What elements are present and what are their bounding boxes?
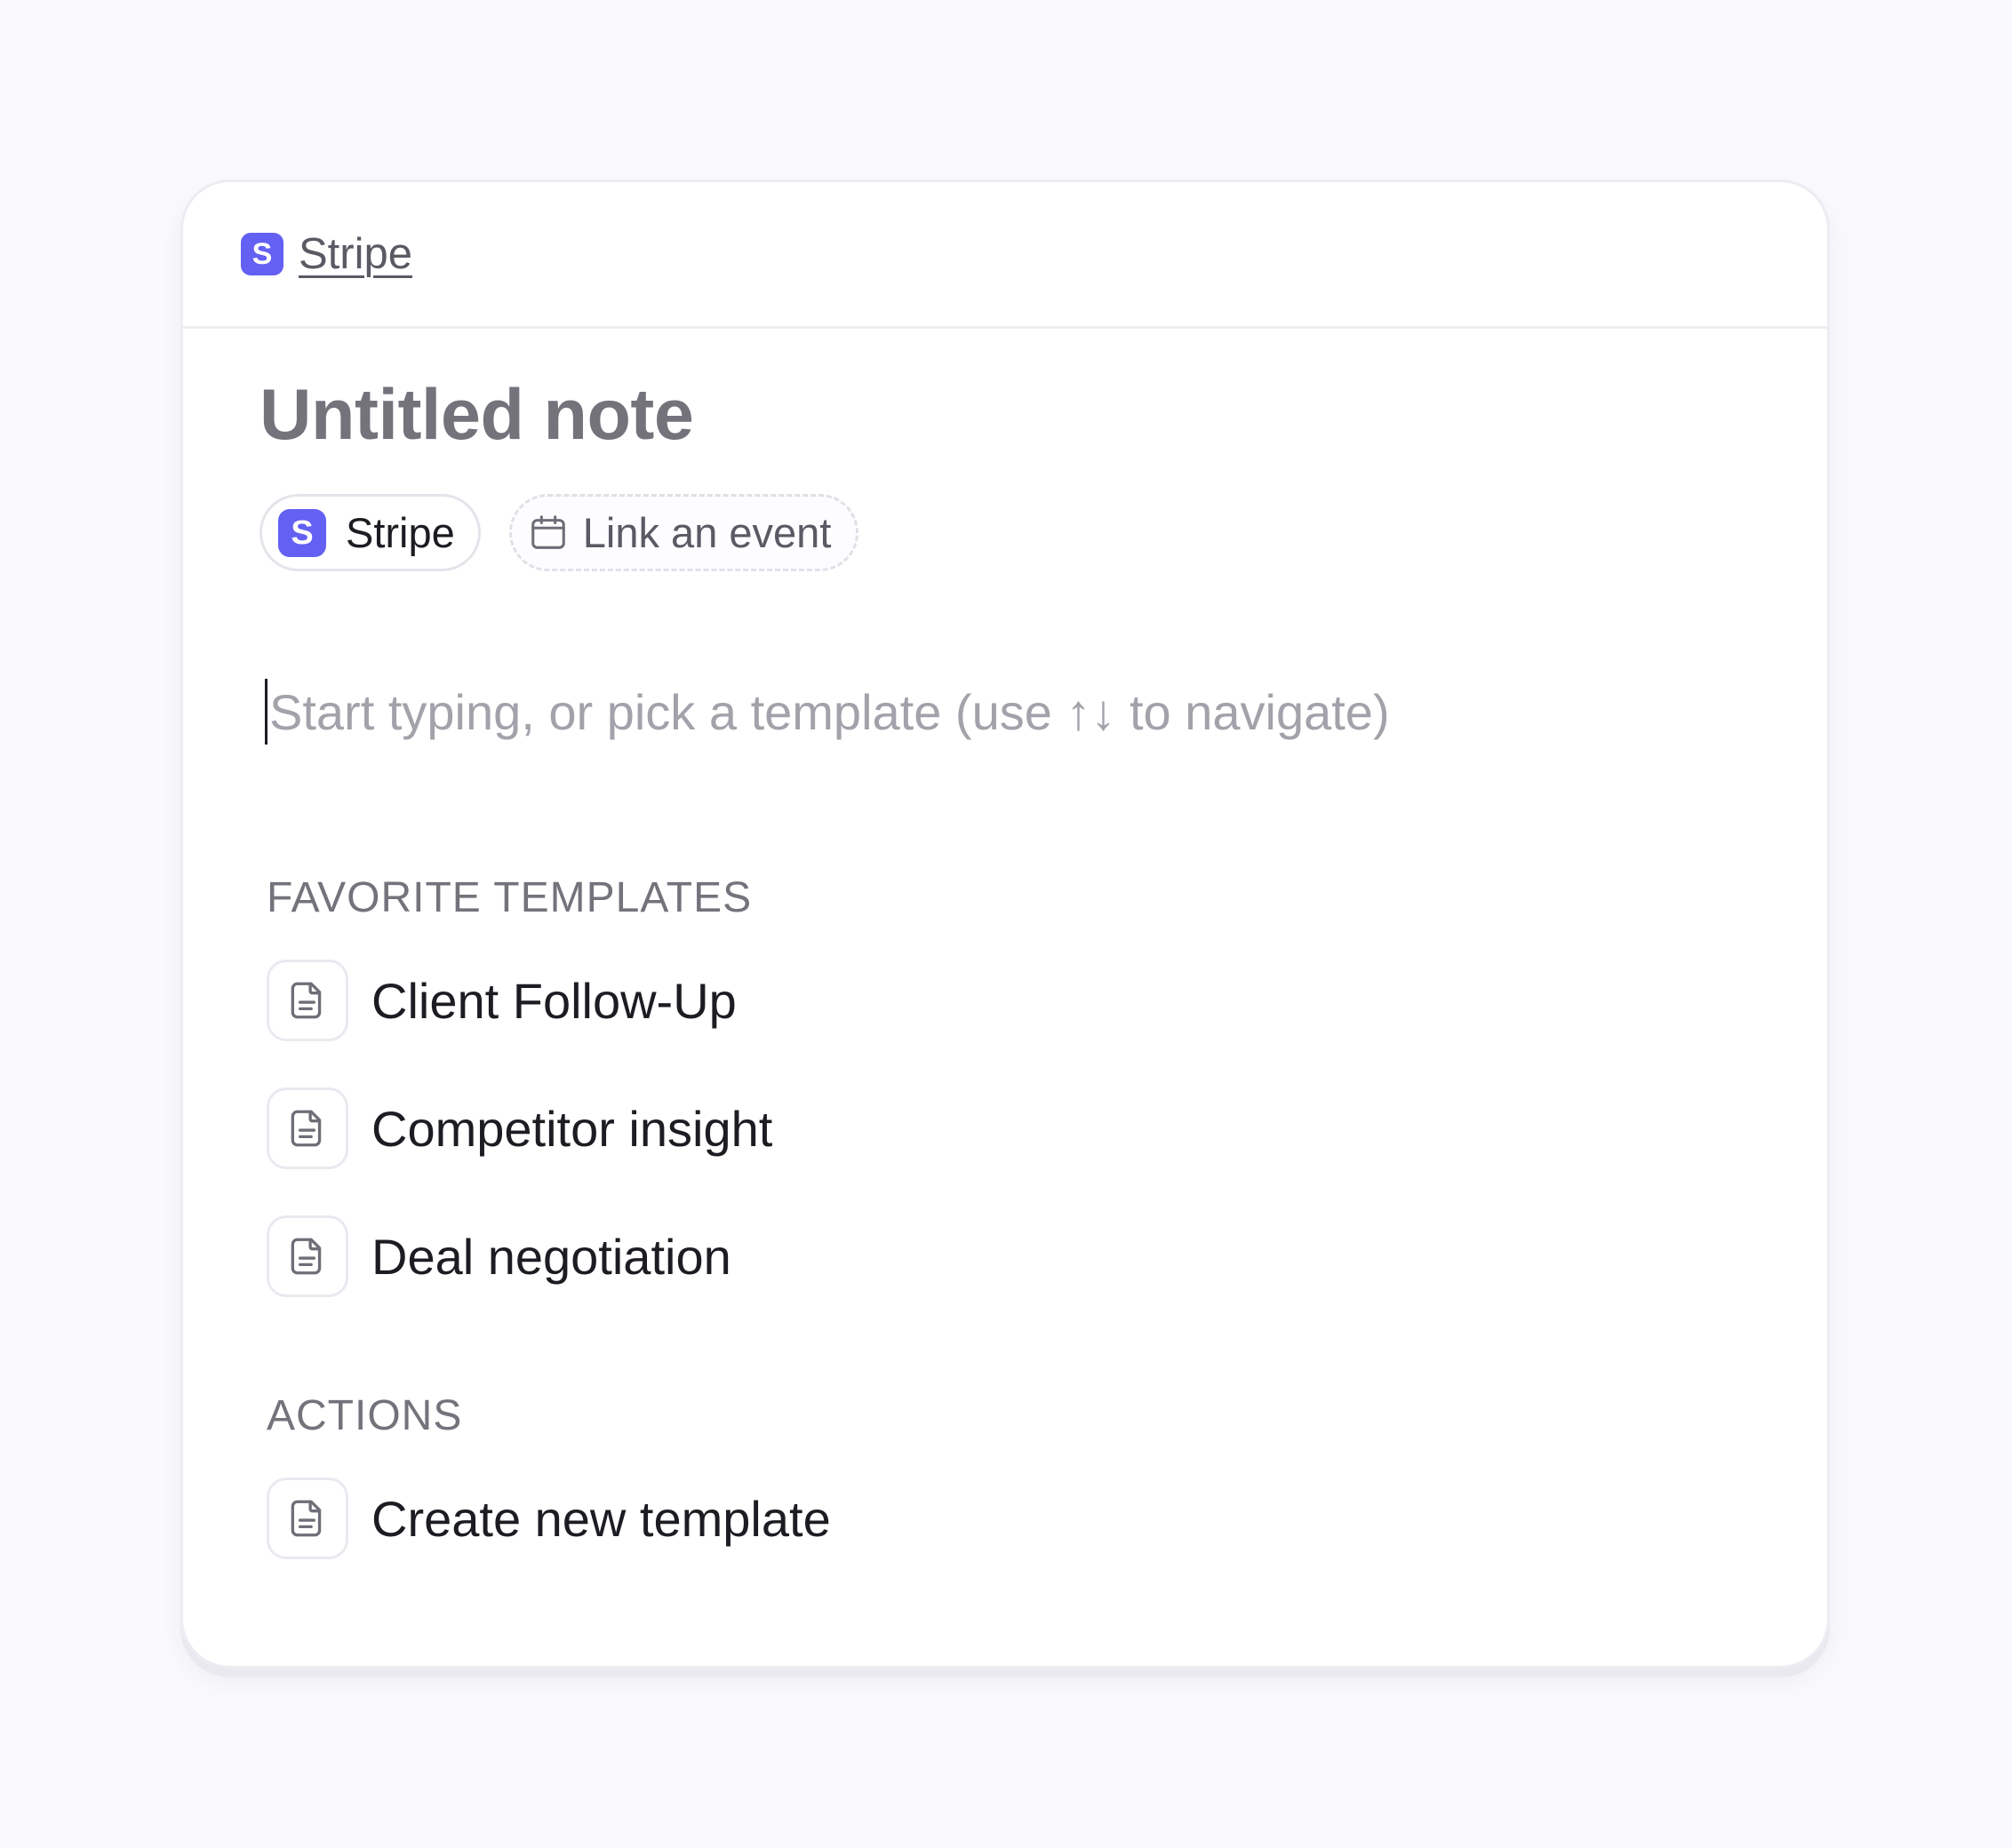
document-icon <box>267 1087 348 1169</box>
text-caret <box>265 679 267 745</box>
action-item-label: Create new template <box>371 1490 831 1547</box>
link-event-button[interactable]: Link an event <box>508 494 859 571</box>
company-chip[interactable]: S Stripe <box>259 494 481 571</box>
breadcrumb-label: Stripe <box>299 230 413 278</box>
breadcrumb-company-link[interactable]: S Stripe <box>241 229 412 279</box>
favorite-templates-heading: FAVORITE TEMPLATES <box>267 874 753 921</box>
note-card: S Stripe Untitled note S Stripe Link an … <box>180 179 1830 1669</box>
template-item-deal-negotiation[interactable]: Deal negotiation <box>267 1214 1751 1299</box>
note-content: Untitled note S Stripe Link an event Sta… <box>183 379 1827 1561</box>
create-new-template-button[interactable]: Create new template <box>267 1476 1751 1561</box>
calendar-icon <box>528 513 569 554</box>
link-event-label: Link an event <box>582 509 832 556</box>
actions-list: Create new template <box>259 1476 1751 1561</box>
stripe-logo-icon: S <box>278 508 326 557</box>
document-icon <box>267 1478 348 1559</box>
favorite-templates-list: Client Follow-Up Competitor insight Deal… <box>259 958 1751 1299</box>
document-icon <box>267 1215 348 1297</box>
template-item-label: Client Follow-Up <box>371 972 737 1029</box>
card-header: S Stripe <box>183 182 1827 329</box>
template-item-label: Deal negotiation <box>371 1228 731 1285</box>
note-editor[interactable]: Start typing, or pick a template (use ↑↓… <box>259 678 1751 745</box>
editor-placeholder: Start typing, or pick a template (use ↑↓… <box>269 683 1390 740</box>
template-item-label: Competitor insight <box>371 1100 773 1157</box>
template-item-competitor-insight[interactable]: Competitor insight <box>267 1086 1751 1171</box>
actions-heading: ACTIONS <box>267 1392 463 1439</box>
document-icon <box>267 960 348 1041</box>
stripe-logo-icon: S <box>241 233 283 275</box>
company-chip-label: Stripe <box>346 509 455 556</box>
note-chips: S Stripe Link an event <box>259 494 1751 571</box>
note-title[interactable]: Untitled note <box>259 379 1751 451</box>
template-item-client-follow-up[interactable]: Client Follow-Up <box>267 958 1751 1043</box>
